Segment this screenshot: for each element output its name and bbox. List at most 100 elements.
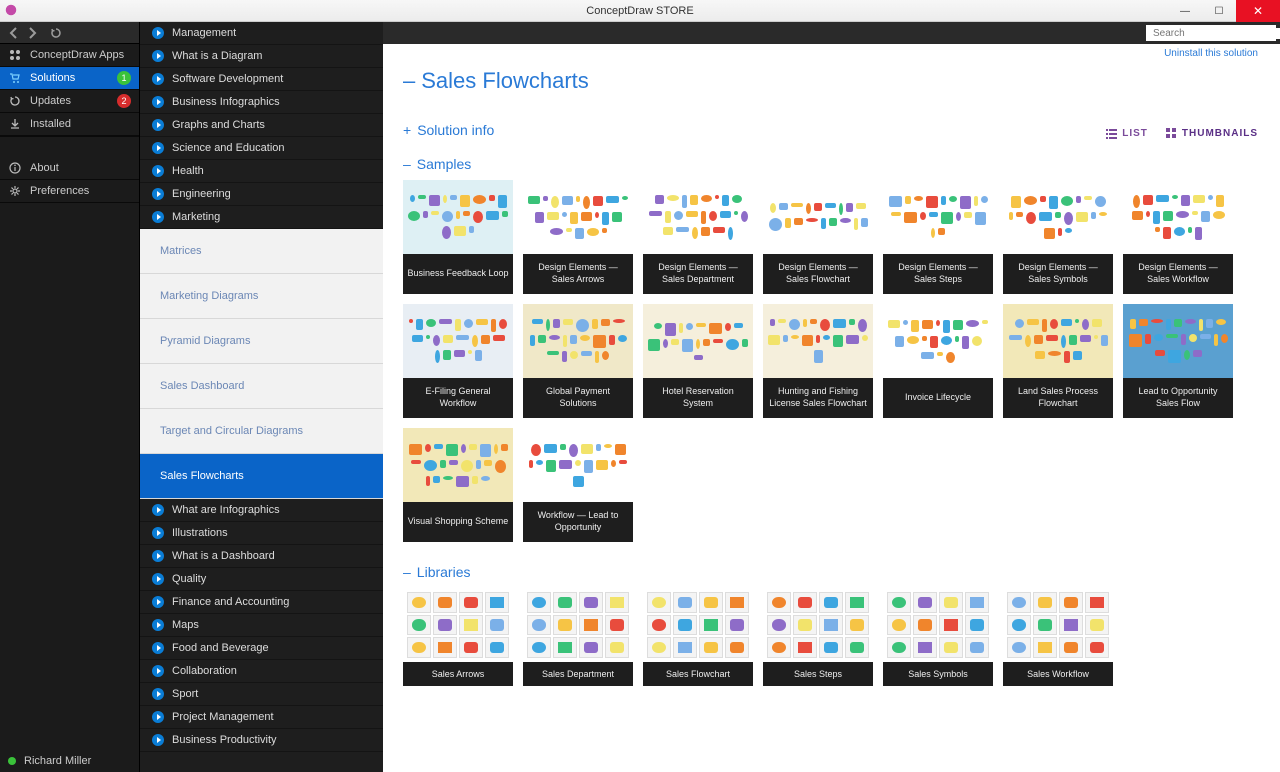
category-label: Software Development xyxy=(172,73,283,85)
library-card[interactable]: Sales Steps xyxy=(763,588,873,686)
category-health[interactable]: Health xyxy=(140,160,383,183)
category-project-management[interactable]: Project Management xyxy=(140,706,383,729)
sample-card[interactable]: Design Elements — Sales Steps xyxy=(883,180,993,294)
category-label: Collaboration xyxy=(172,665,237,677)
sample-card[interactable]: Lead to Opportunity Sales Flow xyxy=(1123,304,1233,418)
subcategory-sales-dashboard[interactable]: Sales Dashboard xyxy=(140,364,383,409)
sample-card[interactable]: Design Elements — Sales Arrows xyxy=(523,180,633,294)
category-label: What is a Diagram xyxy=(172,50,262,62)
category-collaboration[interactable]: Collaboration xyxy=(140,660,383,683)
subcategory-pyramid-diagrams[interactable]: Pyramid Diagrams xyxy=(140,319,383,364)
category-science-and-education[interactable]: Science and Education xyxy=(140,137,383,160)
category-maps[interactable]: Maps xyxy=(140,614,383,637)
category-finance-and-accounting[interactable]: Finance and Accounting xyxy=(140,591,383,614)
sample-card[interactable]: Design Elements — Sales Department xyxy=(643,180,753,294)
content-scroll[interactable]: Uninstall this solution Sales Flowcharts… xyxy=(383,44,1280,772)
sample-card[interactable]: Invoice Lifecycle xyxy=(883,304,993,418)
library-caption: Sales Workflow xyxy=(1003,662,1113,686)
category-illustrations[interactable]: Illustrations xyxy=(140,522,383,545)
reload-icon[interactable] xyxy=(50,27,62,39)
sample-caption: Design Elements — Sales Steps xyxy=(883,254,993,294)
category-graphs-and-charts[interactable]: Graphs and Charts xyxy=(140,114,383,137)
info-icon xyxy=(8,161,22,175)
topbar xyxy=(383,22,1280,44)
close-button[interactable]: ✕ xyxy=(1236,0,1280,22)
forward-icon[interactable] xyxy=(26,27,38,39)
category-business-infographics[interactable]: Business Infographics xyxy=(140,91,383,114)
category-food-and-beverage[interactable]: Food and Beverage xyxy=(140,637,383,660)
category-business-productivity[interactable]: Business Productivity xyxy=(140,729,383,752)
sidebar-item-conceptdraw-apps[interactable]: ConceptDraw Apps xyxy=(0,44,139,67)
sample-card[interactable]: Design Elements — Sales Flowchart xyxy=(763,180,873,294)
sidebar-item-installed[interactable]: Installed xyxy=(0,113,139,136)
uninstall-link[interactable]: Uninstall this solution xyxy=(1164,48,1258,59)
category-label: What is a Dashboard xyxy=(172,550,275,562)
category-what-is-a-dashboard[interactable]: What is a Dashboard xyxy=(140,545,383,568)
library-card[interactable]: Sales Arrows xyxy=(403,588,513,686)
sidebar-item-solutions[interactable]: Solutions 1 xyxy=(0,67,139,90)
library-thumb xyxy=(403,588,513,662)
sample-thumb xyxy=(523,304,633,378)
sample-card[interactable]: Land Sales Process Flowchart xyxy=(1003,304,1113,418)
libraries-heading[interactable]: Libraries xyxy=(403,564,1260,580)
sample-caption: Workflow — Lead to Opportunity xyxy=(523,502,633,542)
sample-thumb xyxy=(643,304,753,378)
sample-thumb xyxy=(763,304,873,378)
sample-card[interactable]: Design Elements — Sales Workflow xyxy=(1123,180,1233,294)
search-box[interactable] xyxy=(1146,25,1276,41)
play-icon xyxy=(152,211,164,223)
subcategory-marketing-diagrams[interactable]: Marketing Diagrams xyxy=(140,274,383,319)
category-management[interactable]: Management xyxy=(140,22,383,45)
subcategory-sales-flowcharts[interactable]: Sales Flowcharts xyxy=(140,454,383,499)
search-input[interactable] xyxy=(1153,28,1280,39)
user-status[interactable]: Richard Miller xyxy=(0,750,139,772)
category-panel[interactable]: Management What is a Diagram Software Deve… xyxy=(140,22,383,772)
category-sport[interactable]: Sport xyxy=(140,683,383,706)
sample-card[interactable]: Business Feedback Loop xyxy=(403,180,513,294)
category-marketing[interactable]: Marketing xyxy=(140,206,383,229)
sample-caption: Visual Shopping Scheme xyxy=(403,502,513,542)
play-icon xyxy=(152,50,164,62)
library-card[interactable]: Sales Workflow xyxy=(1003,588,1113,686)
library-card[interactable]: Sales Flowchart xyxy=(643,588,753,686)
samples-heading[interactable]: Samples xyxy=(403,156,1260,172)
subcategory-matrices[interactable]: Matrices xyxy=(140,229,383,274)
sample-card[interactable]: Global Payment Solutions xyxy=(523,304,633,418)
category-what-is-a-diagram[interactable]: What is a Diagram xyxy=(140,45,383,68)
sidebar-item-preferences[interactable]: Preferences xyxy=(0,180,139,203)
page-title: Sales Flowcharts xyxy=(403,68,1260,94)
sample-thumb xyxy=(403,428,513,502)
library-card[interactable]: Sales Department xyxy=(523,588,633,686)
sample-card[interactable]: Hotel Reservation System xyxy=(643,304,753,418)
sample-card[interactable]: Workflow — Lead to Opportunity xyxy=(523,428,633,542)
badge: 2 xyxy=(117,94,131,108)
category-software-development[interactable]: Software Development xyxy=(140,68,383,91)
minimize-button[interactable]: — xyxy=(1168,0,1202,22)
sample-thumb xyxy=(643,180,753,254)
sample-card[interactable]: Hunting and Fishing License Sales Flowch… xyxy=(763,304,873,418)
sample-card[interactable]: Visual Shopping Scheme xyxy=(403,428,513,542)
category-label: Marketing xyxy=(172,211,220,223)
sample-caption: Lead to Opportunity Sales Flow xyxy=(1123,378,1233,418)
category-label: Science and Education xyxy=(172,142,285,154)
maximize-button[interactable]: ☐ xyxy=(1202,0,1236,22)
view-list-button[interactable]: LIST xyxy=(1106,128,1148,139)
category-label: Management xyxy=(172,27,236,39)
sample-card[interactable]: E-Filing General Workflow xyxy=(403,304,513,418)
library-card[interactable]: Sales Symbols xyxy=(883,588,993,686)
category-what-are-infographics[interactable]: What are Infographics xyxy=(140,499,383,522)
category-label: Health xyxy=(172,165,204,177)
category-quality[interactable]: Quality xyxy=(140,568,383,591)
category-engineering[interactable]: Engineering xyxy=(140,183,383,206)
subcategory-target-and-circular-diagrams[interactable]: Target and Circular Diagrams xyxy=(140,409,383,454)
installed-icon xyxy=(8,117,22,131)
back-icon[interactable] xyxy=(8,27,20,39)
sample-thumb xyxy=(883,304,993,378)
view-thumbnails-button[interactable]: THUMBNAILS xyxy=(1166,128,1258,139)
sample-card[interactable]: Design Elements — Sales Symbols xyxy=(1003,180,1113,294)
sidebar-item-updates[interactable]: Updates 2 xyxy=(0,90,139,113)
play-icon xyxy=(152,96,164,108)
sidebar-item-label: Solutions xyxy=(30,72,109,84)
sidebar-item-about[interactable]: About xyxy=(0,157,139,180)
sidebar-item-label: Installed xyxy=(30,118,139,130)
